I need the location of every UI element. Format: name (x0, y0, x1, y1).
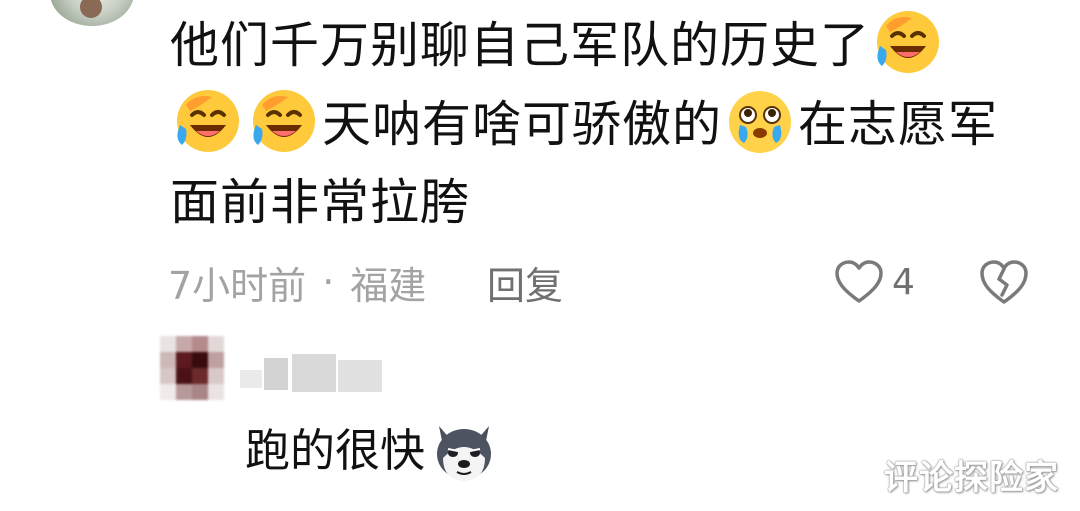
avatar-pixel (160, 368, 176, 384)
avatar-pixel (160, 352, 176, 368)
commenter-avatar[interactable] (50, 0, 134, 26)
avatar-pixel (192, 368, 208, 384)
comment-thread: 他们千万别聊自己军队的历史了 天呐有啥可骄傲的 在志愿军 面前非常拉胯 7小时前… (0, 0, 1080, 511)
avatar-pixel (176, 352, 192, 368)
avatar-pixel (176, 336, 192, 352)
reply-button[interactable]: 回复 (487, 256, 563, 308)
comment-line-3: 面前非常拉胯 (170, 174, 471, 231)
avatar-pixel (208, 336, 224, 352)
avatar-pixel (192, 352, 208, 368)
teary-eyed-emoji (729, 91, 792, 153)
laughing-crying-emoji (253, 90, 315, 152)
avatar-pixel (208, 368, 224, 384)
reply-username-blurred[interactable] (240, 352, 384, 396)
name-blur-block (240, 370, 262, 388)
comment-line-1: 他们千万别聊自己军队的历史了 (170, 17, 871, 74)
avatar-pixel (192, 336, 208, 352)
avatar-pixel (160, 336, 176, 352)
name-blur-block (264, 358, 288, 390)
avatar-pixel (192, 384, 208, 400)
name-blur-block (338, 360, 382, 392)
comment-location: 福建 (350, 263, 427, 308)
like-button[interactable]: 4 (834, 256, 915, 308)
laughing-crying-emoji (177, 90, 239, 152)
watermark-text: 评论探险家 (884, 458, 1059, 498)
heart-outline-icon (835, 260, 883, 303)
reply-label: 回复 (487, 263, 564, 308)
like-count: 4 (892, 261, 915, 303)
name-blur-block (292, 354, 336, 392)
comment-meta: 7小时前 · 福建 (168, 256, 426, 308)
comment-body: 他们千万别聊自己军队的历史了 天呐有啥可骄傲的 在志愿军 面前非常拉胯 (170, 6, 1050, 242)
reply-body: 跑的很快 (245, 418, 501, 484)
laughing-crying-emoji (877, 11, 940, 73)
husky-dog-emoji (437, 426, 492, 481)
reply-text: 跑的很快 (245, 424, 426, 477)
comment-line-2: 天呐有啥可骄傲的 (322, 96, 723, 153)
reply-avatar-blurred[interactable] (160, 336, 224, 400)
avatar-pixel (160, 384, 176, 400)
avatar-pixel (176, 368, 192, 384)
meta-separator: · (322, 260, 335, 304)
broken-heart-icon[interactable] (978, 258, 1030, 306)
comment-time: 7小时前 (168, 263, 307, 308)
avatar-pixel (208, 352, 224, 368)
avatar-pixel (208, 384, 224, 400)
comment-line-2-tail: 在志愿军 (798, 96, 999, 153)
avatar-pixel (176, 384, 192, 400)
